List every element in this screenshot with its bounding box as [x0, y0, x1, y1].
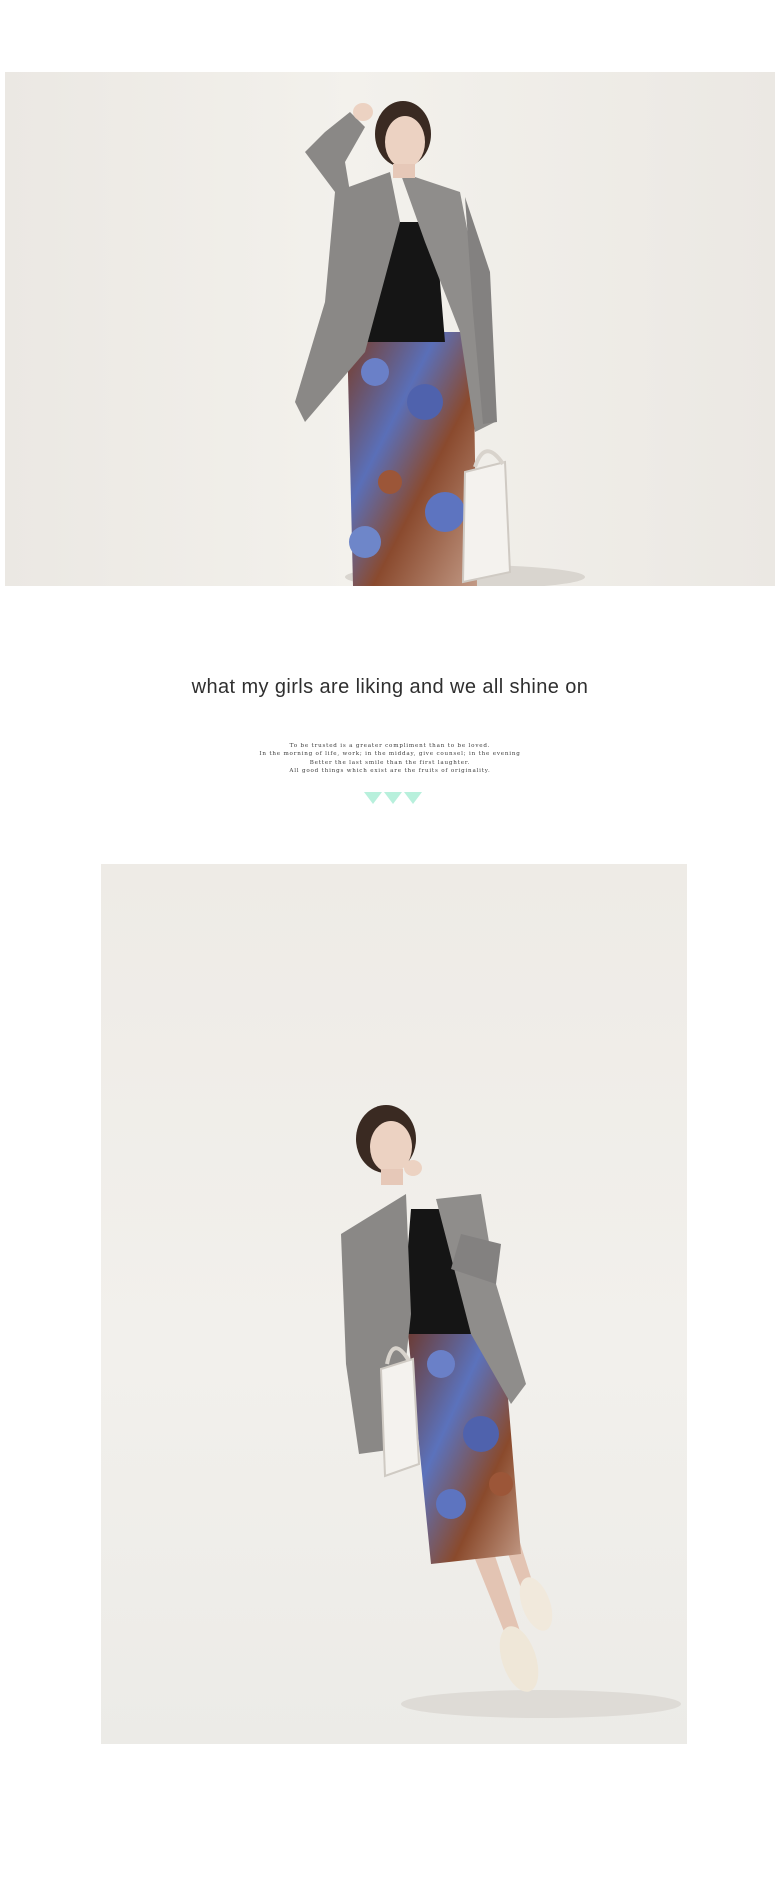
- triangle-icon: [404, 792, 422, 804]
- model-photo-top: [5, 72, 775, 586]
- triangle-divider-icon: [364, 792, 422, 804]
- quote-line: In the morning of life, work; in the mid…: [259, 751, 521, 758]
- quote-block: To be trusted is a greater compliment th…: [0, 742, 780, 776]
- headline: what my girls are liking and we all shin…: [191, 676, 589, 698]
- model-photo-top-illustration: [295, 101, 585, 586]
- quote-line: Better the last smile than the first lau…: [309, 759, 471, 766]
- triangle-icon: [384, 792, 402, 804]
- quote-line: To be trusted is a greater compliment th…: [289, 743, 491, 749]
- triangle-icon: [364, 792, 382, 804]
- quote-line: All good things which exist are the frui…: [289, 768, 491, 775]
- model-photo-bottom: [101, 864, 687, 1744]
- model-photo-bottom-illustration: [341, 1105, 681, 1718]
